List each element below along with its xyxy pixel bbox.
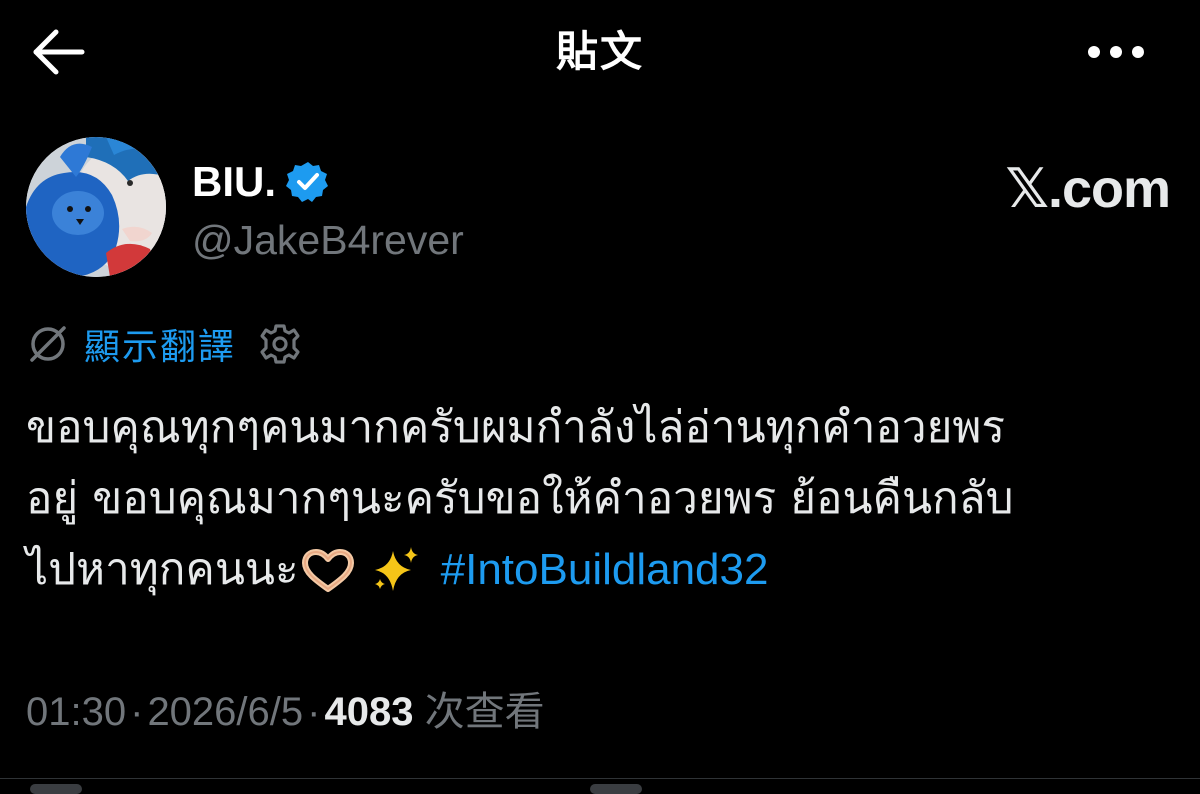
views-label: 次查看 (424, 690, 545, 734)
watermark-text: 𝕏.com (1005, 158, 1171, 219)
views-count: 4083 (324, 690, 414, 734)
divider-line (0, 778, 1200, 779)
sparkles-emoji: ✨ (371, 537, 421, 608)
tweet-date[interactable]: 2026/6/5 (147, 690, 303, 734)
more-horizontal-icon (1088, 46, 1144, 58)
tweet-line-3: ไปหาทุกคนนะ🫶🏻 ✨ #IntoBuildland32 (26, 534, 1176, 605)
tweet-line-2: อยู่ ขอบคุณมากๆนะครับขอให้คำอวยพร ย้อนคื… (26, 473, 1014, 524)
author-display-name: BIU. (192, 158, 276, 205)
tweet-time[interactable]: 01:30 (26, 690, 126, 734)
back-button[interactable] (22, 22, 92, 82)
more-options-button[interactable] (1080, 30, 1160, 74)
heart-hands-emoji: 🫶🏻 (299, 537, 357, 608)
meta-separator: · (130, 690, 144, 734)
tweet-line-1: ขอบคุณทุกๆคนมากครับผมกำลังไล่อ่านทุกคำอว… (26, 402, 1006, 453)
x-com-watermark: 𝕏.com (950, 150, 1171, 226)
author-handle[interactable]: @JakeB4rever (192, 215, 464, 265)
avatar[interactable] (26, 137, 166, 277)
author-name-row[interactable]: BIU. (192, 155, 330, 209)
gear-icon[interactable] (258, 322, 302, 366)
hashtag-link[interactable]: #IntoBuildland32 (441, 545, 769, 594)
meta-separator-2: · (307, 690, 321, 734)
tweet-text: ขอบคุณทุกๆคนมากครับผมกำลังไล่อ่านทุกคำอว… (26, 392, 1176, 605)
arrow-left-icon (33, 29, 85, 75)
avatar-image (26, 137, 166, 277)
page-title: 貼文 (555, 28, 644, 75)
tweet-line-3-text: ไปหาทุกคนนะ (26, 544, 299, 595)
tweet-meta: 01:30 · 2026/6/5 · 4083 次查看 (26, 684, 545, 740)
verified-badge-icon (286, 162, 328, 202)
action-bar-edge (30, 784, 82, 794)
show-translation-link[interactable]: 顯示翻譯 (84, 318, 236, 370)
translate-row: 顯示翻譯 (26, 318, 302, 370)
action-bar-edge-2 (590, 784, 642, 794)
bottom-divider (0, 778, 1200, 794)
globe-slash-icon (30, 326, 66, 362)
